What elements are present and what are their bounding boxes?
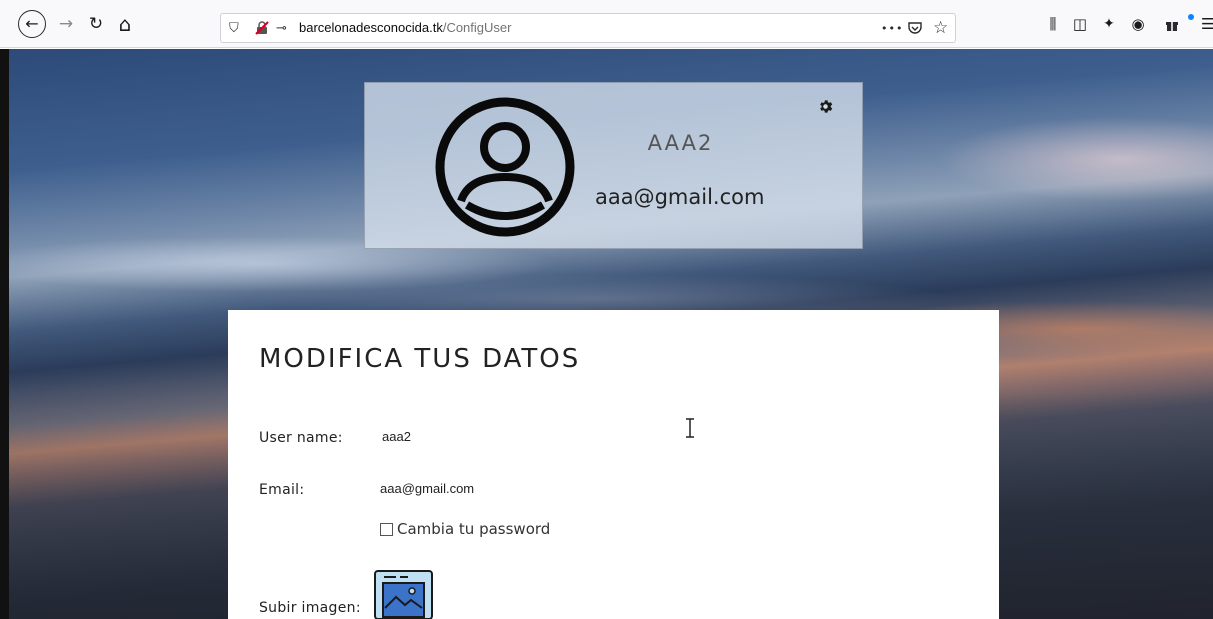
extension-icon[interactable]: ✦ [1097, 12, 1121, 36]
edit-profile-form: MODIFICA TUS DATOS User name: aaa2 Email… [228, 310, 999, 619]
browser-toolbar: ← → ↻ ⌂ ⛉ ⊸ barcelonadesconocida.tk/Conf… [0, 0, 1213, 48]
email-label: Email: [259, 482, 305, 498]
page-background: AAA2 aaa@gmail.com MODIFICA TUS DATOS Us… [0, 49, 1213, 619]
bookmark-star-icon[interactable]: ☆ [933, 18, 948, 38]
change-password-label: Cambia tu password [397, 520, 551, 538]
gift-icon[interactable] [1160, 12, 1184, 36]
gear-icon[interactable] [817, 98, 834, 115]
form-title: MODIFICA TUS DATOS [259, 344, 581, 374]
url-text: barcelonadesconocida.tk/ConfigUser [299, 20, 511, 35]
text-cursor-icon [686, 418, 694, 438]
profile-card: AAA2 aaa@gmail.com [364, 82, 863, 249]
home-icon[interactable]: ⌂ [113, 12, 137, 36]
change-password-checkbox[interactable] [380, 522, 393, 536]
url-path: /ConfigUser [442, 20, 512, 35]
key-icon[interactable]: ⊸ [276, 18, 287, 38]
profile-email: aaa@gmail.com [595, 185, 765, 209]
window-left-border [0, 49, 9, 619]
library-icon[interactable]: ⫼ [1041, 12, 1065, 36]
insecure-lock-icon[interactable] [255, 18, 269, 38]
upload-image-label: Subir imagen: [259, 600, 361, 616]
more-dots-icon[interactable]: ••• [881, 18, 903, 38]
user-avatar-icon [435, 97, 575, 237]
gift-glyph [1166, 22, 1178, 31]
account-icon[interactable]: ◉ [1126, 12, 1150, 36]
url-bar[interactable]: ⛉ ⊸ barcelonadesconocida.tk/ConfigUser •… [220, 13, 956, 43]
back-arrow-icon[interactable]: ← [18, 10, 46, 38]
upload-image-icon[interactable] [374, 570, 433, 619]
shield-icon[interactable]: ⛉ [229, 18, 239, 38]
username-label: User name: [259, 430, 343, 446]
url-domain: barcelonadesconocida.tk [299, 20, 443, 35]
profile-name: AAA2 [647, 131, 714, 155]
username-input[interactable]: aaa2 [382, 429, 411, 444]
sidebar-icon[interactable]: ◫ [1068, 12, 1092, 36]
forward-arrow-icon[interactable]: → [54, 12, 78, 36]
hamburger-menu-icon[interactable]: ☰ [1201, 12, 1213, 36]
reload-icon[interactable]: ↻ [84, 12, 108, 36]
insecure-lock-glyph [255, 21, 269, 35]
email-input[interactable]: aaa@gmail.com [380, 481, 474, 496]
change-password-toggle[interactable]: Cambia tu password [380, 520, 550, 538]
pocket-glyph [908, 22, 922, 34]
pocket-icon[interactable] [907, 18, 923, 38]
notification-dot [1188, 14, 1194, 20]
